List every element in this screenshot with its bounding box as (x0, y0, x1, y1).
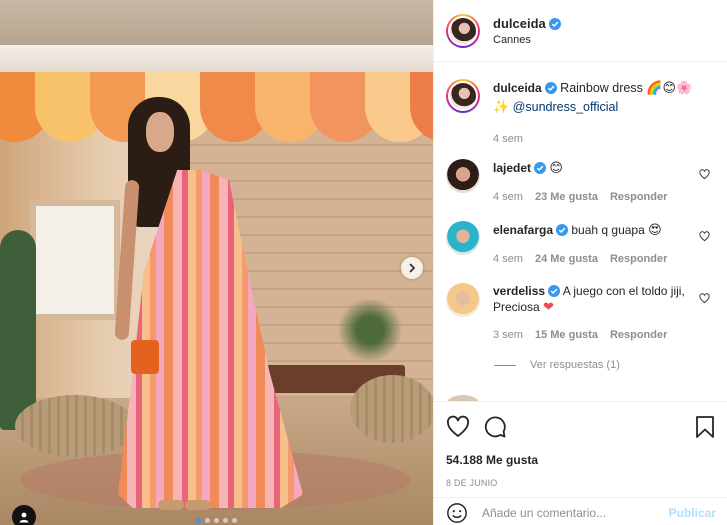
comment-emoji: 😍 (648, 223, 662, 238)
photo-window (30, 200, 120, 320)
caption-age[interactable]: 4 sem (493, 131, 523, 147)
caption-username[interactable]: dulceida (493, 81, 542, 95)
verified-badge-icon (534, 162, 547, 174)
comment-emoji: 😊 (549, 161, 563, 176)
commenter-avatar[interactable] (446, 221, 480, 255)
post-image[interactable] (0, 0, 433, 525)
emoji-icon[interactable] (446, 502, 468, 524)
commenter-avatar[interactable] (446, 283, 480, 317)
comment-like-heart-icon[interactable] (699, 293, 710, 304)
photo-cactus (0, 230, 36, 430)
verified-badge-icon (548, 285, 561, 297)
verified-badge-icon (556, 224, 569, 236)
comment-reply-button[interactable]: Responder (610, 251, 667, 267)
post-header: dulceida Cannes (434, 0, 727, 62)
comment-input[interactable] (482, 505, 669, 520)
photo-ceiling (0, 0, 433, 45)
publish-button[interactable]: Publicar (669, 506, 716, 520)
comment-like-heart-icon[interactable] (699, 231, 710, 242)
verified-badge-icon (544, 82, 557, 94)
bookmark-icon[interactable] (694, 415, 716, 439)
photo-model-face (146, 112, 174, 152)
post-sidebar: dulceida Cannes dulceida Rainbow dress 🌈… (433, 0, 727, 525)
post-actions: 54.188 Me gusta 8 DE JUNIO (434, 401, 727, 488)
view-replies-label: Ver respuestas (1) (530, 359, 620, 371)
photo-plant (335, 300, 405, 360)
post-date[interactable]: 8 DE JUNIO (446, 478, 716, 488)
comment-text: buah q guapa (571, 223, 645, 237)
photo-handbag (131, 340, 159, 374)
user-tag-icon (19, 512, 29, 523)
photo-beam (0, 45, 433, 75)
author-avatar[interactable] (446, 13, 480, 48)
photo-shoe (158, 500, 184, 510)
comment-age[interactable]: 4 sem (493, 251, 523, 267)
photo-shoe (185, 500, 211, 510)
caption: dulceida Rainbow dress 🌈😊🌸 ✨ @sundress_o… (446, 79, 716, 147)
comment-username[interactable]: verdeliss (493, 284, 545, 298)
post-location[interactable]: Cannes (493, 34, 561, 46)
comment-item: elenafarga buah q guapa 😍 4 sem 24 Me gu… (446, 221, 716, 267)
comment-username[interactable]: lajedet (493, 161, 531, 175)
comment-emoji: ❤ (543, 300, 554, 315)
comment-likes[interactable]: 23 Me gusta (535, 189, 598, 205)
comment-like-heart-icon[interactable] (699, 169, 710, 180)
comment-likes[interactable]: 24 Me gusta (535, 251, 598, 267)
carousel-dot (223, 518, 228, 523)
heart-icon[interactable] (446, 415, 470, 439)
comment-reply-button[interactable]: Responder (610, 189, 667, 205)
caption-emojis: 🌈😊🌸 (646, 81, 693, 96)
comment-likes[interactable]: 15 Me gusta (535, 327, 598, 343)
commenter-avatar[interactable] (446, 159, 480, 193)
chevron-right-icon (409, 263, 416, 273)
author-username[interactable]: dulceida (493, 16, 546, 31)
caption-mention-link[interactable]: @sundress_official (513, 100, 619, 114)
photo-canopy (0, 72, 433, 157)
view-replies-button[interactable]: Ver respuestas (1) (494, 359, 620, 371)
replies-divider (494, 364, 516, 366)
likes-count[interactable]: 54.188 Me gusta (446, 453, 716, 467)
user-tag-button[interactable] (12, 505, 36, 525)
caption-text: Rainbow dress (560, 81, 643, 95)
comment-age[interactable]: 4 sem (493, 189, 523, 205)
comment-username[interactable]: elenafarga (493, 223, 553, 237)
photo-pouf (15, 395, 135, 457)
comment-item: verdeliss A juego con el toldo jiji, Pre… (446, 283, 716, 343)
comment-icon[interactable] (483, 415, 507, 439)
carousel-dot (205, 518, 210, 523)
author-avatar[interactable] (446, 79, 480, 113)
verified-badge-icon (548, 17, 561, 30)
carousel-next-button[interactable] (401, 257, 423, 279)
photo-pouf (350, 375, 433, 443)
carousel-indicator (196, 518, 237, 523)
add-comment-bar: Publicar (434, 497, 727, 525)
caption-mention-emoji: ✨ (493, 100, 510, 115)
carousel-dot (196, 518, 201, 523)
comment-age[interactable]: 3 sem (493, 327, 523, 343)
carousel-dot (214, 518, 219, 523)
comment-reply-button[interactable]: Responder (610, 327, 667, 343)
comment-item: lajedet 😊 4 sem 23 Me gusta Responder (446, 159, 716, 205)
comments-list: dulceida Rainbow dress 🌈😊🌸 ✨ @sundress_o… (434, 63, 727, 401)
carousel-dot (232, 518, 237, 523)
